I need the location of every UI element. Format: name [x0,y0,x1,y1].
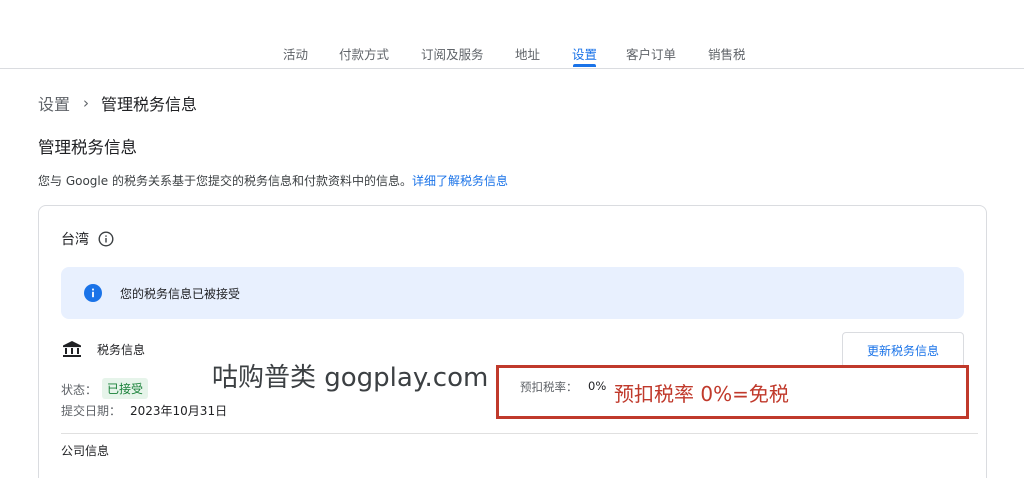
chevron-right-icon: › [83,94,90,112]
submission-date-label: 提交日期： [61,404,122,418]
tab-settings[interactable]: 设置 [572,44,597,63]
breadcrumb: 设置 › 管理税务信息 [38,91,197,115]
status-badge: 已接受 [102,378,149,399]
bank-icon [63,341,81,357]
tab-activity[interactable]: 活动 [283,44,308,63]
page-description: 您与 Google 的税务关系基于您提交的税务信息和付款资料中的信息。详细了解税… [38,172,508,189]
status-label: 状态： [61,383,98,397]
learn-more-link[interactable]: 详细了解税务信息 [412,174,508,188]
info-outline-icon[interactable] [98,231,114,247]
submission-date-value: 2023年10月31日 [130,404,228,418]
tax-info-label: 税务信息 [97,343,146,357]
info-filled-icon [84,284,102,302]
country-heading: 台湾 [61,229,114,249]
breadcrumb-parent-link[interactable]: 设置 [38,91,70,115]
tab-payment-methods[interactable]: 付款方式 [339,44,389,63]
breadcrumb-current: 管理税务信息 [101,95,198,114]
banner-message: 您的税务信息已被接受 [120,287,241,301]
company-info-heading: 公司信息 [61,444,110,458]
watermark-text: 咕购普类 gogplay.com [212,363,489,393]
tab-sales-tax[interactable]: 销售税 [708,44,746,63]
tab-subscriptions[interactable]: 订阅及服务 [421,44,484,63]
top-navigation: 活动 付款方式 订阅及服务 地址 设置 客户订单 销售税 [0,0,1024,69]
country-label: 台湾 [61,232,89,248]
section-divider [61,433,978,434]
description-text: 您与 Google 的税务关系基于您提交的税务信息和付款资料中的信息。 [38,174,412,188]
tab-customer-orders[interactable]: 客户订单 [626,44,676,63]
status-banner: 您的税务信息已被接受 [61,267,964,319]
page-title: 管理税务信息 [38,138,137,157]
annotation-text: 预扣税率 0%=免税 [614,382,789,406]
update-tax-info-button[interactable]: 更新税务信息 [842,332,964,368]
active-tab-indicator [573,64,596,67]
tab-addresses[interactable]: 地址 [515,44,540,63]
